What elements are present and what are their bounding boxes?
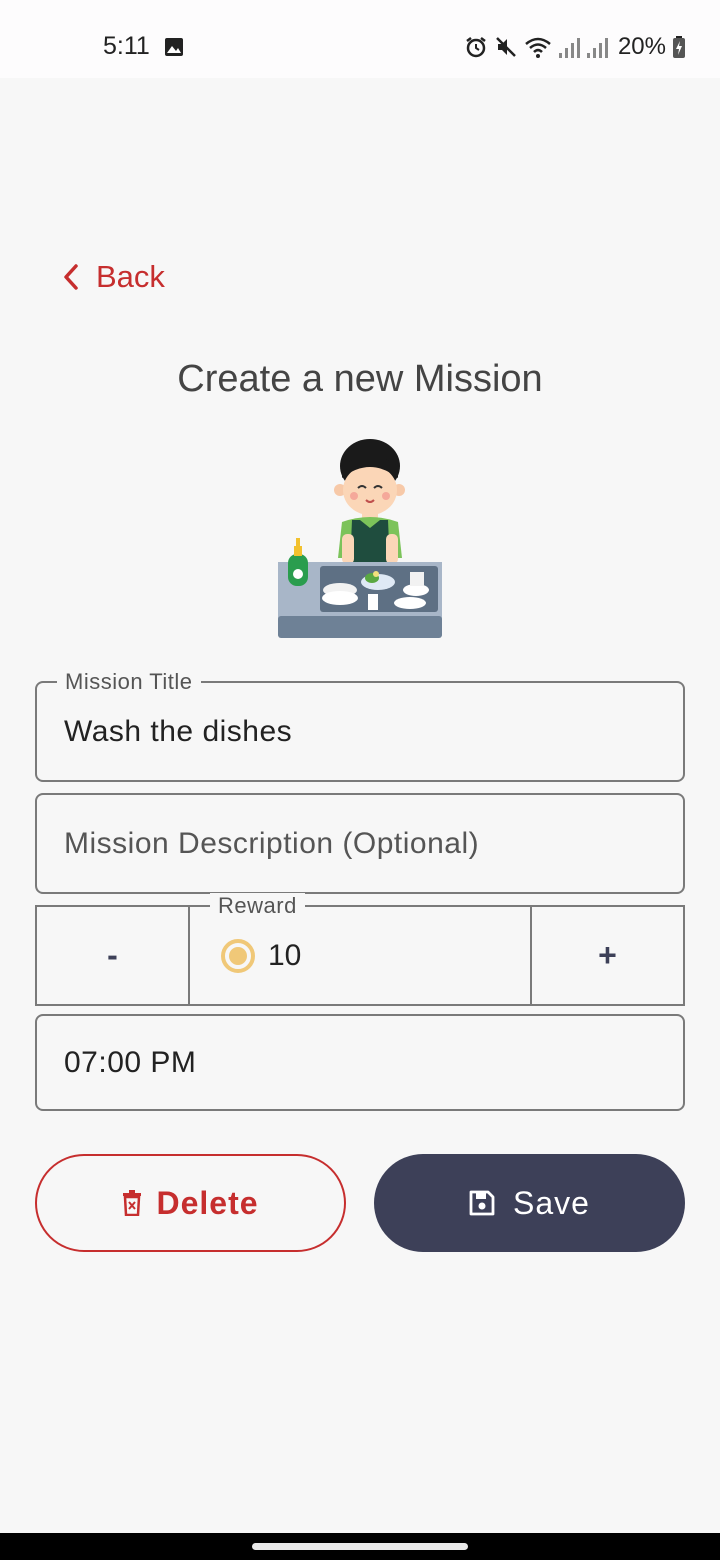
reward-decrement-button[interactable]: -	[35, 905, 190, 1006]
mission-time-field[interactable]: 07:00 PM	[35, 1014, 685, 1111]
status-icons: 20%	[464, 32, 686, 62]
signal-icon-1	[558, 38, 580, 58]
back-button[interactable]: Back	[62, 257, 165, 297]
mission-description-field[interactable]: Mission Description (Optional)	[35, 793, 685, 894]
coin-icon	[221, 938, 255, 973]
mission-title-field[interactable]: Mission Title Wash the dishes	[35, 669, 685, 782]
back-label: Back	[96, 259, 165, 294]
dishwashing-illustration	[278, 439, 442, 638]
reward-field[interactable]: Reward 10	[188, 893, 532, 1006]
mute-icon	[496, 37, 516, 57]
save-icon	[469, 1190, 495, 1216]
page-title: Create a new Mission	[177, 358, 543, 400]
mission-title-value: Wash the dishes	[64, 714, 293, 748]
chevron-left-icon	[64, 264, 78, 290]
save-label: Save	[513, 1184, 590, 1221]
gallery-icon	[165, 38, 183, 56]
status-time: 5:11	[103, 32, 150, 60]
delete-label: Delete	[156, 1184, 259, 1221]
wifi-icon	[525, 37, 551, 58]
mission-time-value: 07:00 PM	[64, 1045, 197, 1079]
alarm-icon	[466, 37, 486, 58]
save-button[interactable]: Save	[374, 1154, 685, 1252]
signal-icon-2	[586, 38, 608, 58]
home-gesture-handle[interactable]	[252, 1543, 468, 1550]
battery-percent: 20%	[617, 33, 666, 60]
mission-description-placeholder: Mission Description (Optional)	[64, 826, 480, 860]
delete-button[interactable]: Delete	[35, 1154, 346, 1252]
trash-icon	[123, 1190, 142, 1216]
battery-charging-icon	[673, 36, 685, 58]
reward-increment-button[interactable]: +	[530, 905, 685, 1006]
status-bar: 5:11 20%	[0, 0, 720, 78]
reward-value: 10	[268, 938, 302, 972]
